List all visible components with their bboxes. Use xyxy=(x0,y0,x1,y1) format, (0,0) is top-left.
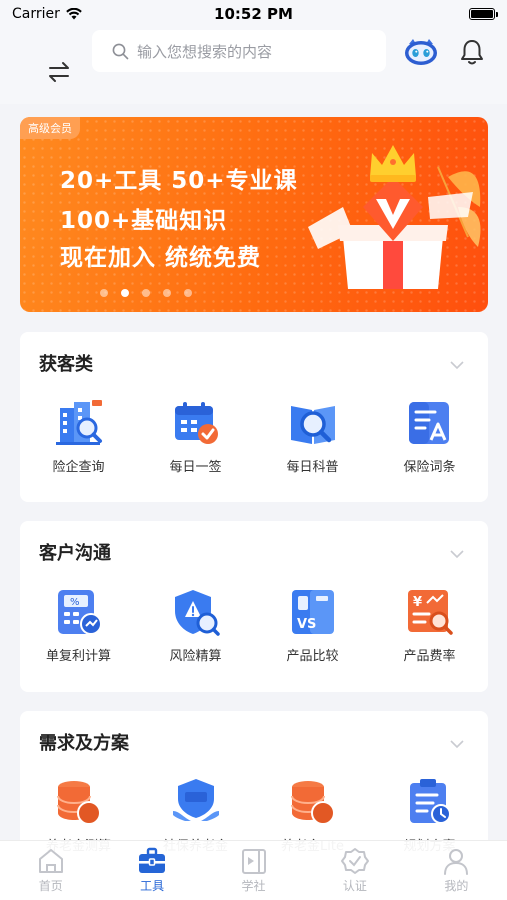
chevron-down-icon[interactable] xyxy=(450,739,464,749)
section-customer-acquisition: 获客类 险企查询 每日一签 每日科普 保险词条 xyxy=(20,332,488,502)
pager-dot-active[interactable] xyxy=(121,289,129,297)
section-title: 客户沟通 xyxy=(39,543,111,564)
banner-pager xyxy=(100,289,192,297)
banner-headline-2: 100+基础知识 xyxy=(60,208,228,234)
tool-label: 保险词条 xyxy=(403,460,456,475)
tool-company-query[interactable]: 险企查询 xyxy=(20,398,137,475)
tab-home[interactable]: 首页 xyxy=(0,841,101,900)
bell-icon[interactable] xyxy=(458,38,486,66)
svg-text:VS: VS xyxy=(297,617,316,632)
home-icon xyxy=(38,849,63,873)
status-bar: Carrier 10:52 PM xyxy=(0,0,507,28)
pager-dot[interactable] xyxy=(184,289,192,297)
status-time: 10:52 PM xyxy=(214,5,293,23)
section-customer-communication: 客户沟通 % 单复利计算 风险精算 VS 产品比较 ¥ 产品费率 xyxy=(20,521,488,692)
tab-academy[interactable]: 学社 xyxy=(203,841,304,900)
tab-label: 首页 xyxy=(38,879,63,893)
banner-headline-3: 现在加入 统统免费 xyxy=(60,245,262,271)
tool-daily-science[interactable]: 每日科普 xyxy=(254,398,371,475)
vip-tag: 高级会员 xyxy=(20,117,80,139)
section-title: 获客类 xyxy=(39,354,93,375)
tool-label: 产品费率 xyxy=(403,649,456,664)
search-placeholder: 输入您想搜索的内容 xyxy=(137,42,273,61)
tool-interest-calculator[interactable]: % 单复利计算 xyxy=(20,587,137,664)
robot-assistant-icon[interactable] xyxy=(403,36,439,68)
tool-label: 风险精算 xyxy=(169,649,222,664)
tab-label: 我的 xyxy=(444,879,469,893)
tool-label: 产品比较 xyxy=(286,649,339,664)
pager-dot[interactable] xyxy=(142,289,150,297)
tool-daily-sign[interactable]: 每日一签 xyxy=(137,398,254,475)
book-search-icon xyxy=(290,406,335,444)
carrier-label: Carrier xyxy=(12,6,60,22)
tool-label: 每日科普 xyxy=(286,460,339,475)
tool-product-rate[interactable]: ¥ 产品费率 xyxy=(371,587,488,664)
promo-banner[interactable]: 高级会员 20+工具 50+专业课 100+基础知识 现在加入 统统免费 xyxy=(20,117,488,312)
battery-icon xyxy=(469,8,498,20)
banner-headline-1: 20+工具 50+专业课 xyxy=(60,168,298,194)
building-search-icon xyxy=(55,400,102,445)
tool-risk-actuary[interactable]: 风险精算 xyxy=(137,587,254,664)
tool-product-compare[interactable]: VS 产品比较 xyxy=(254,587,371,664)
play-book-icon xyxy=(241,849,266,874)
calendar-check-icon xyxy=(174,402,218,444)
tab-label: 认证 xyxy=(342,879,367,893)
tab-label: 工具 xyxy=(140,879,165,893)
document-a-icon xyxy=(408,402,449,444)
tab-label: 学社 xyxy=(241,879,266,893)
rate-table-icon: ¥ xyxy=(407,590,453,635)
header: 输入您想搜索的内容 xyxy=(0,28,507,104)
badge-check-icon xyxy=(340,848,369,874)
bottom-tab-bar: 首页 工具 学社 认证 我的 xyxy=(0,840,507,900)
pager-dot[interactable] xyxy=(163,289,171,297)
chevron-down-icon[interactable] xyxy=(450,549,464,559)
tool-label: 单复利计算 xyxy=(45,649,111,664)
tab-tools[interactable]: 工具 xyxy=(101,841,202,900)
section-title: 需求及方案 xyxy=(39,733,129,754)
calculator-icon: % xyxy=(57,590,102,635)
switch-icon[interactable] xyxy=(44,60,74,84)
wifi-icon xyxy=(66,8,82,20)
tab-mine[interactable]: 我的 xyxy=(406,841,507,900)
tool-insurance-terms[interactable]: 保险词条 xyxy=(371,398,488,475)
tool-label: 险企查询 xyxy=(52,460,105,475)
tab-certification[interactable]: 认证 xyxy=(304,841,405,900)
search-input[interactable]: 输入您想搜索的内容 xyxy=(92,30,386,72)
svg-text:%: % xyxy=(70,597,80,608)
versus-compare-icon: VS xyxy=(291,590,334,634)
person-icon xyxy=(444,849,469,875)
tool-label: 每日一签 xyxy=(169,460,222,475)
search-icon xyxy=(112,43,129,59)
lite-coins-icon xyxy=(290,781,335,825)
social-security-icon xyxy=(172,779,219,821)
clipboard-plan-icon xyxy=(409,779,451,824)
shield-alert-icon xyxy=(174,590,220,636)
status-left: Carrier xyxy=(12,6,82,22)
svg-text:¥: ¥ xyxy=(413,595,422,610)
gift-box-crown-illustration xyxy=(308,145,481,289)
chevron-down-icon[interactable] xyxy=(450,360,464,370)
pension-coins-icon xyxy=(56,781,101,825)
toolbox-icon xyxy=(139,847,166,873)
pager-dot[interactable] xyxy=(100,289,108,297)
